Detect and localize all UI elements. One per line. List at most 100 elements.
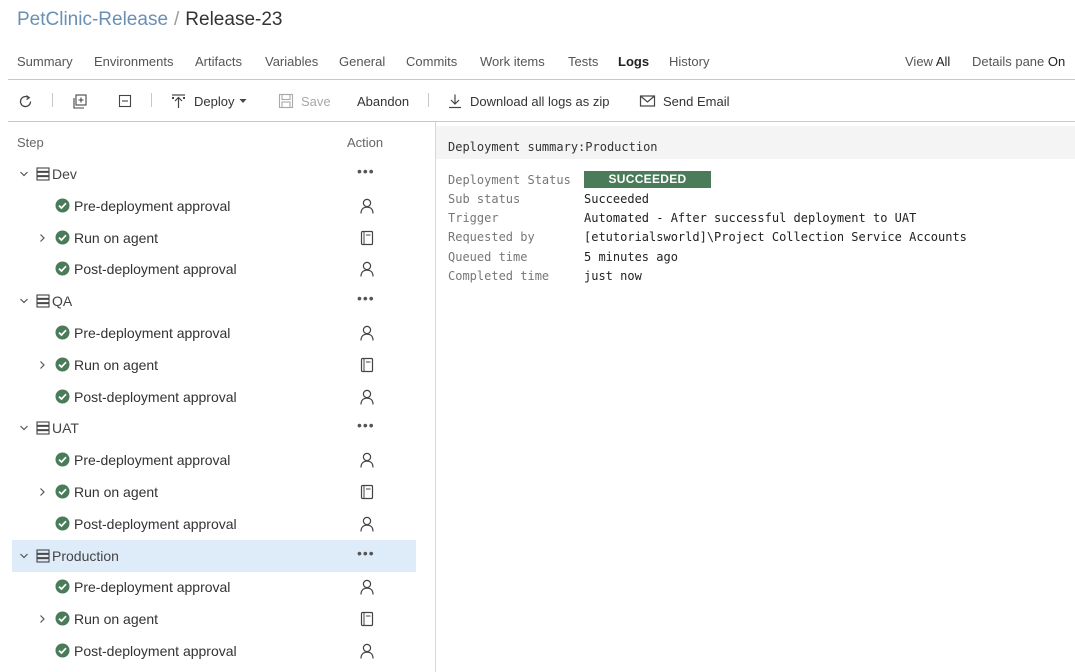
- tab-general[interactable]: General: [339, 52, 385, 72]
- chevron-right-icon[interactable]: [36, 611, 48, 627]
- step-row-post-deployment-approval[interactable]: Post-deployment approval: [12, 381, 416, 413]
- abandon-button[interactable]: Abandon: [357, 88, 409, 114]
- expand-all-button[interactable]: [73, 88, 88, 114]
- toolbar: Deploy Save Abandon Download all logs as…: [0, 88, 1075, 114]
- step-row-post-deployment-approval[interactable]: Post-deployment approval: [12, 635, 416, 667]
- environment-name: QA: [52, 293, 73, 310]
- tab-work-items[interactable]: Work items: [480, 52, 545, 72]
- step-name: Run on agent: [74, 484, 159, 500]
- view-label: View: [905, 54, 933, 69]
- tab-artifacts[interactable]: Artifacts: [195, 52, 242, 72]
- success-check-icon: [55, 611, 70, 626]
- status-badge: SUCCEEDED: [584, 171, 711, 188]
- summary-field-label: Queued time: [448, 249, 528, 264]
- step-name: Run on agent: [74, 229, 159, 246]
- step-name: Pre-deployment approval: [74, 579, 231, 596]
- agent-log-icon[interactable]: [358, 229, 376, 247]
- step-row-run-on-agent[interactable]: Run on agent: [12, 349, 416, 381]
- more-actions-icon[interactable]: •••: [357, 291, 375, 305]
- step-name: Pre-deployment approval: [74, 452, 231, 469]
- step-row-pre-deployment-approval[interactable]: Pre-deployment approval: [12, 317, 416, 349]
- tab-commits[interactable]: Commits: [406, 52, 457, 72]
- more-actions-icon[interactable]: •••: [357, 418, 375, 432]
- success-check-icon: [55, 579, 70, 594]
- chevron-right-icon[interactable]: [36, 484, 48, 500]
- step-row-run-on-agent[interactable]: Run on agent: [12, 222, 416, 254]
- environment-icon: [36, 294, 50, 308]
- approver-icon[interactable]: [358, 515, 376, 533]
- save-label: Save: [301, 93, 331, 109]
- summary-field-label: Requested by: [448, 230, 535, 245]
- success-check-icon: [55, 516, 70, 531]
- deployment-status-label: Deployment Status: [448, 173, 571, 187]
- approver-icon[interactable]: [358, 388, 376, 406]
- chevron-down-icon[interactable]: [18, 548, 30, 564]
- step-row-pre-deployment-approval[interactable]: Pre-deployment approval: [12, 190, 416, 222]
- abandon-label: Abandon: [357, 93, 410, 109]
- step-row-post-deployment-approval[interactable]: Post-deployment approval: [12, 508, 416, 540]
- step-name: Post-deployment approval: [74, 515, 237, 532]
- chevron-down-icon: [239, 99, 247, 103]
- tab-logs[interactable]: Logs: [618, 52, 649, 72]
- chevron-down-icon[interactable]: [18, 420, 30, 436]
- agent-log-icon[interactable]: [358, 610, 376, 628]
- step-row-post-deployment-approval[interactable]: Post-deployment approval: [12, 253, 416, 285]
- more-actions-icon[interactable]: •••: [357, 546, 375, 560]
- step-row-pre-deployment-approval[interactable]: Pre-deployment approval: [12, 444, 416, 476]
- step-row-pre-deployment-approval[interactable]: Pre-deployment approval: [12, 571, 416, 603]
- approver-icon[interactable]: [358, 642, 376, 660]
- save-button[interactable]: Save: [278, 88, 331, 114]
- agent-log-icon[interactable]: [358, 356, 376, 374]
- release-name: Release-23: [185, 9, 283, 30]
- tab-tests[interactable]: Tests: [568, 52, 598, 72]
- summary-field-value: [etutorialsworld]\Project Collection Ser…: [584, 230, 967, 245]
- chevron-right-icon[interactable]: [36, 357, 48, 373]
- approver-icon[interactable]: [358, 578, 376, 596]
- deploy-icon: [172, 93, 185, 108]
- approver-icon[interactable]: [358, 197, 376, 215]
- environment-row-production[interactable]: Production •••: [12, 539, 416, 572]
- page-title: PetClinic-Release / Release-23: [17, 8, 282, 32]
- step-name: Run on agent: [74, 611, 159, 628]
- environment-name: Dev: [52, 166, 77, 182]
- collapse-all-button[interactable]: [118, 88, 132, 114]
- deploy-button[interactable]: Deploy: [170, 88, 248, 114]
- approver-icon[interactable]: [358, 451, 376, 469]
- summary-field-label: Completed time: [448, 268, 550, 283]
- success-check-icon: [55, 452, 70, 467]
- more-actions-icon[interactable]: •••: [357, 164, 375, 178]
- agent-log-icon[interactable]: [358, 483, 376, 501]
- approver-icon[interactable]: [358, 324, 376, 342]
- summary-field-value: 5 minutes ago: [584, 249, 678, 264]
- tab-variables[interactable]: Variables: [265, 52, 318, 72]
- tab-environments[interactable]: Environments: [94, 52, 173, 72]
- tab-history[interactable]: History: [669, 52, 709, 72]
- step-name: Run on agent: [74, 356, 159, 373]
- step-row-run-on-agent[interactable]: Run on agent: [12, 476, 416, 508]
- send-email-button[interactable]: Send Email: [639, 88, 729, 114]
- email-icon: [639, 95, 656, 107]
- download-logs-button[interactable]: Download all logs as zip: [447, 88, 609, 114]
- chevron-down-icon[interactable]: [18, 293, 30, 309]
- environment-icon: [36, 167, 50, 181]
- chevron-down-icon[interactable]: [18, 166, 30, 182]
- save-icon: [278, 93, 294, 109]
- environment-row-uat[interactable]: UAT •••: [12, 412, 416, 444]
- send-email-label: Send Email: [663, 93, 730, 109]
- success-check-icon: [55, 230, 70, 245]
- summary-field-value: Automated - After successful deployment …: [584, 211, 917, 226]
- expand-all-icon: [73, 93, 87, 109]
- view-value: All: [935, 54, 951, 69]
- refresh-button[interactable]: [17, 88, 34, 114]
- project-breadcrumb[interactable]: PetClinic-Release: [17, 9, 168, 30]
- tabs-divider: [8, 79, 1075, 80]
- chevron-right-icon[interactable]: [36, 230, 48, 246]
- environment-row-dev[interactable]: Dev •••: [12, 158, 416, 190]
- tab-summary[interactable]: Summary: [17, 52, 73, 72]
- environment-row-qa[interactable]: QA •••: [12, 285, 416, 317]
- success-check-icon: [55, 643, 70, 658]
- approver-icon[interactable]: [358, 260, 376, 278]
- summary-field-value: Succeeded: [584, 192, 650, 206]
- success-check-icon: [55, 389, 70, 404]
- step-row-run-on-agent[interactable]: Run on agent: [12, 603, 416, 635]
